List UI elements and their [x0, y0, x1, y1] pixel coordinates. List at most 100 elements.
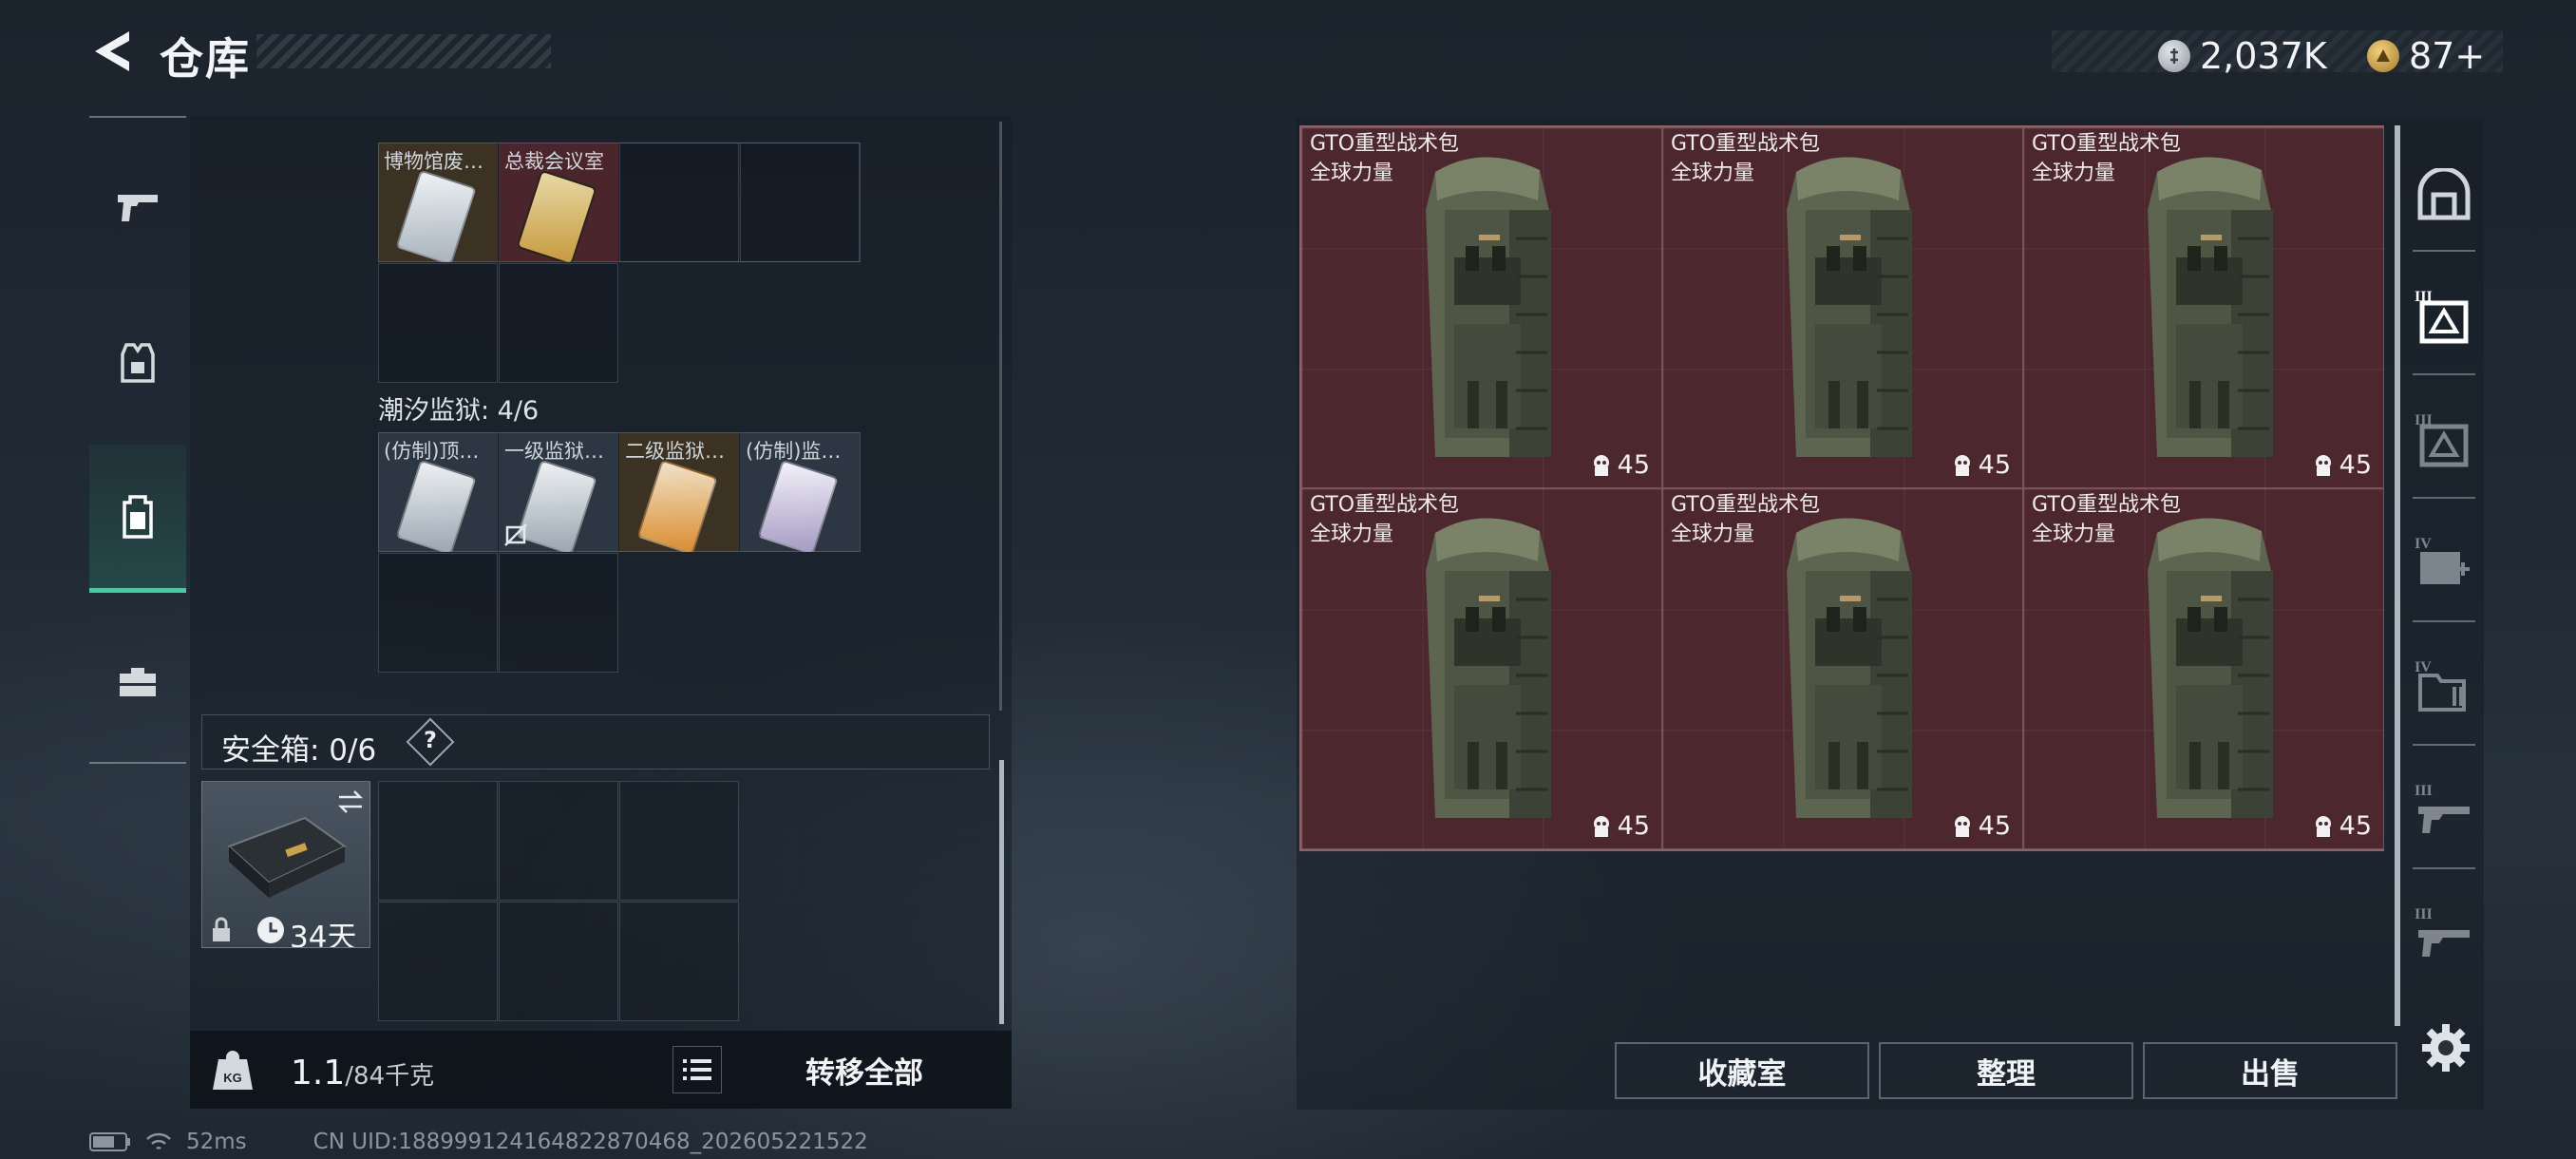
durability-icon — [1593, 454, 1609, 476]
durability-value: 45 — [2339, 811, 2372, 841]
item-name: GTO重型战术包 — [2032, 132, 2182, 156]
gun-icon — [118, 195, 158, 221]
transfer-all-button[interactable]: 转移全部 — [731, 1040, 997, 1099]
silver-coin-icon — [2158, 40, 2190, 72]
svg-text:IV: IV — [2415, 659, 2432, 675]
item-brand: 全球力量 — [1671, 522, 1755, 546]
grid-item[interactable]: (仿制)顶… — [378, 432, 498, 552]
header-bar: 仓库 2,037K 87+ — [0, 0, 2576, 104]
durability-icon — [1593, 815, 1609, 837]
item-name: 二级监狱… — [625, 440, 725, 463]
scrollbar[interactable] — [999, 760, 1004, 1024]
backpack-image — [2119, 504, 2290, 841]
scrollbar[interactable] — [2395, 125, 2400, 1026]
grid-item[interactable]: 总裁会议室 — [499, 142, 618, 262]
durability-icon — [2315, 454, 2331, 476]
list-view-button[interactable] — [672, 1046, 722, 1093]
weapon-rack-icon: III — [2415, 783, 2470, 833]
keycard-icon — [636, 459, 718, 552]
empty-slot[interactable] — [619, 902, 739, 1021]
help-icon[interactable]: ? — [417, 727, 444, 753]
backpack-image — [2119, 143, 2290, 480]
durability-value: 45 — [1978, 450, 2011, 480]
left-category-nav — [89, 116, 186, 764]
safebox-time-left: 34天 — [290, 921, 357, 948]
keycard-icon — [395, 169, 477, 262]
warehouse-item[interactable]: GTO重型战术包 全球力量 45 — [1301, 488, 1662, 849]
sort-button[interactable]: 整理 — [1879, 1042, 2133, 1099]
warehouse-item[interactable]: GTO重型战术包 全球力量 45 — [1662, 488, 2023, 849]
clock-icon — [257, 917, 284, 943]
svg-text:III: III — [2415, 783, 2433, 799]
tab-weapon-rack-1[interactable]: III — [2403, 753, 2484, 867]
collection-room-button[interactable]: 收藏室 — [1615, 1042, 1869, 1099]
warehouse-grid: GTO重型战术包 全球力量 45 GTO重型战术包 全球力量 45 GTO重型战… — [1299, 125, 2384, 851]
empty-slot[interactable] — [378, 902, 498, 1021]
gold-currency-value[interactable]: 87+ — [2409, 35, 2485, 77]
tab-folder-box[interactable]: IV — [2403, 630, 2484, 744]
folder-box-icon: IV — [2415, 659, 2466, 712]
safebox-item[interactable]: 34天 — [201, 781, 370, 948]
sell-button[interactable]: 出售 — [2143, 1042, 2397, 1099]
item-name: GTO重型战术包 — [2032, 493, 2182, 517]
empty-slot[interactable] — [619, 781, 739, 901]
safebox-header: 安全箱: 0/6 ? — [201, 714, 990, 770]
durability: 45 — [1591, 450, 1650, 480]
tab-weapon-rack-2[interactable]: III — [2403, 877, 2484, 991]
item-name: GTO重型战术包 — [1671, 493, 1821, 517]
item-brand: 全球力量 — [1310, 522, 1394, 546]
durability: 45 — [1952, 450, 2011, 480]
item-name: GTO重型战术包 — [1310, 132, 1460, 156]
backpack-image-icon — [1787, 518, 1912, 818]
durability-value: 45 — [1617, 450, 1650, 480]
backpack-image — [1397, 504, 1568, 841]
empty-slot[interactable] — [499, 781, 618, 901]
nav-weapons[interactable] — [89, 135, 186, 277]
warehouse-item[interactable]: GTO重型战术包 全球力量 45 — [1662, 127, 2023, 488]
durability: 45 — [2313, 811, 2372, 841]
armor-vest-icon — [121, 343, 155, 383]
empty-slot[interactable] — [378, 263, 498, 383]
grid-item[interactable]: 博物馆废… — [378, 142, 498, 262]
grid-item[interactable]: 一级监狱… — [499, 432, 618, 552]
keycard-icon — [516, 169, 597, 262]
nav-toolbox[interactable] — [89, 610, 186, 752]
currency-bar: 2,037K 87+ — [2052, 30, 2503, 77]
max-weight: /84千克 — [345, 1062, 435, 1091]
durability-icon — [1954, 454, 1970, 476]
nav-armor[interactable] — [89, 292, 186, 434]
durability-value: 45 — [2339, 450, 2372, 480]
warehouse-item[interactable]: GTO重型战术包 全球力量 45 — [2023, 488, 2384, 849]
empty-slot[interactable] — [499, 553, 618, 673]
status-bar: 52ms CN UID:18899912416482287046​8_20260… — [89, 1129, 868, 1155]
warehouse-item[interactable]: GTO重型战术包 全球力量 45 — [1301, 127, 1662, 488]
weapon-rack-icon: III — [2415, 906, 2470, 957]
tab-medical-box[interactable]: IV — [2403, 506, 2484, 620]
settings-button[interactable] — [2420, 1022, 2472, 1074]
backpack-image — [1758, 143, 1929, 480]
durability-value: 45 — [1617, 811, 1650, 841]
empty-slot[interactable] — [619, 142, 739, 262]
weight-icon: KG — [213, 1051, 253, 1090]
empty-slot[interactable] — [378, 553, 498, 673]
lock-icon — [213, 917, 230, 941]
swap-icon — [337, 790, 364, 813]
weight-readout: 1.1/84千克 — [291, 1054, 434, 1092]
svg-text:IV: IV — [2415, 536, 2432, 552]
empty-slot[interactable] — [499, 902, 618, 1021]
tab-storage-box-1[interactable]: III — [2403, 259, 2484, 373]
storage-box-icon: III — [2415, 289, 2468, 344]
empty-slot[interactable] — [378, 781, 498, 901]
storage-box-icon: III — [2415, 412, 2468, 467]
grid-item[interactable]: (仿制)监… — [740, 432, 860, 552]
tab-storage-box-2[interactable]: III — [2403, 383, 2484, 497]
warehouse-item[interactable]: GTO重型战术包 全球力量 45 — [2023, 127, 2384, 488]
grid-item[interactable]: 二级监狱… — [619, 432, 739, 552]
empty-slot[interactable] — [740, 142, 860, 262]
nav-backpacks[interactable] — [89, 445, 186, 593]
tab-warehouse-main[interactable] — [2403, 138, 2484, 252]
item-brand: 全球力量 — [1671, 162, 1755, 185]
item-name: 总裁会议室 — [504, 150, 604, 173]
back-button[interactable] — [85, 27, 135, 76]
empty-slot[interactable] — [499, 263, 618, 383]
